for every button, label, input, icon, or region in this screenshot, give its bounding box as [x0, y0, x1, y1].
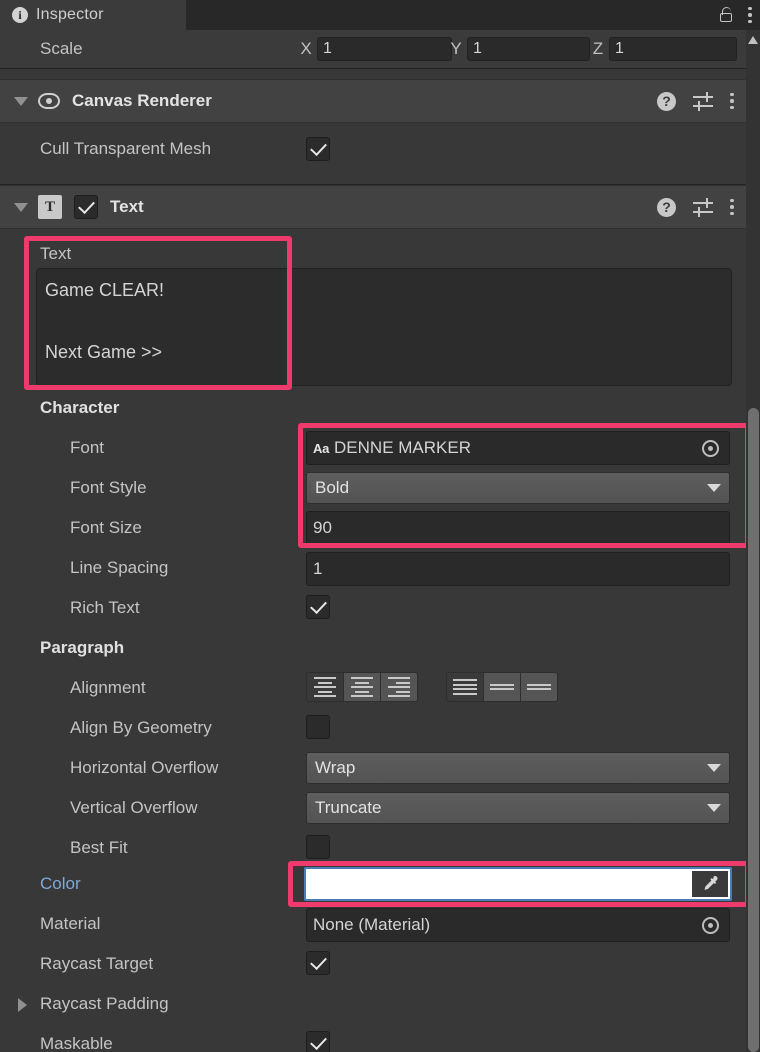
chevron-down-icon	[707, 484, 721, 492]
rich-text-label: Rich Text	[70, 598, 140, 617]
text-property-label: Text	[40, 244, 72, 263]
cull-transparent-mesh-label: Cull Transparent Mesh	[40, 139, 212, 158]
font-style-dropdown[interactable]: Bold	[306, 472, 730, 504]
scale-y-input[interactable]: 1	[467, 37, 590, 61]
line-spacing-value: 1	[313, 559, 323, 578]
kebab-menu-icon[interactable]	[730, 198, 734, 216]
color-swatch-field[interactable]	[304, 867, 732, 901]
text-component-foldout-icon[interactable]	[14, 202, 28, 212]
alignment-horizontal-group	[306, 672, 418, 702]
font-size-value: 90	[313, 518, 332, 537]
font-size-label: Font Size	[70, 518, 142, 537]
scale-z-axis-label: Z	[592, 39, 604, 58]
line-spacing-input[interactable]: 1	[306, 552, 730, 586]
font-label: Font	[70, 438, 105, 457]
character-section-title: Character	[40, 398, 120, 417]
raycast-target-label: Raycast Target	[40, 954, 154, 973]
vertical-overflow-label: Vertical Overflow	[70, 798, 198, 817]
horizontal-overflow-dropdown[interactable]: Wrap	[306, 752, 730, 784]
align-by-geometry-label: Align By Geometry	[70, 718, 212, 737]
horizontal-overflow-value: Wrap	[315, 758, 356, 777]
material-label: Material	[40, 914, 101, 933]
rich-text-checkbox[interactable]	[306, 595, 330, 619]
eyedropper-icon[interactable]	[692, 871, 728, 897]
preset-settings-icon[interactable]	[693, 92, 713, 111]
raycast-padding-foldout-icon[interactable]	[18, 998, 27, 1012]
divider	[0, 68, 746, 69]
canvas-renderer-foldout-icon[interactable]	[14, 96, 28, 106]
align-middle-button[interactable]	[483, 672, 521, 702]
vertical-scrollbar[interactable]	[746, 30, 760, 1052]
font-asset-icon: Aa	[313, 440, 330, 456]
alignment-vertical-group	[446, 672, 558, 702]
scale-x-axis-label: X	[300, 39, 312, 58]
font-size-input[interactable]: 90	[306, 511, 730, 545]
chevron-down-icon	[707, 804, 721, 812]
maskable-checkbox[interactable]	[306, 1031, 330, 1052]
inspector-window: i Inspector Scale X 1 Y 1 Z 1 Canvas Ren…	[0, 0, 760, 1052]
transform-scale-row: Scale X 1 Y 1 Z 1	[0, 30, 746, 68]
scale-z-input[interactable]: 1	[609, 37, 737, 61]
font-value: DENNE MARKER	[334, 438, 471, 457]
scale-z-group: Z 1	[592, 37, 737, 61]
align-top-button[interactable]	[446, 672, 484, 702]
raycast-target-checkbox[interactable]	[306, 951, 330, 975]
align-center-button[interactable]	[343, 672, 381, 702]
best-fit-checkbox[interactable]	[306, 835, 330, 859]
text-component-enabled-checkbox[interactable]	[74, 195, 98, 219]
material-object-field[interactable]: None (Material)	[306, 908, 730, 942]
tab-inspector-label: Inspector	[36, 6, 104, 23]
cull-transparent-mesh-row: Cull Transparent Mesh	[0, 133, 746, 165]
text-property-textarea[interactable]: Game CLEAR! Next Game >>	[36, 268, 732, 386]
font-style-label: Font Style	[70, 478, 147, 497]
maskable-label: Maskable	[40, 1034, 113, 1052]
font-object-field[interactable]: Aa DENNE MARKER	[306, 431, 730, 465]
tab-inspector[interactable]: i Inspector	[0, 0, 186, 30]
canvas-renderer-title: Canvas Renderer	[72, 91, 212, 110]
align-left-button[interactable]	[306, 672, 344, 702]
font-style-value: Bold	[315, 478, 350, 497]
alignment-label: Alignment	[70, 678, 146, 697]
vertical-overflow-value: Truncate	[315, 798, 382, 817]
vertical-overflow-dropdown[interactable]: Truncate	[306, 792, 730, 824]
text-component-icon: T	[38, 195, 62, 219]
line-spacing-label: Line Spacing	[70, 558, 169, 577]
align-by-geometry-checkbox[interactable]	[306, 715, 330, 739]
eye-icon	[38, 93, 60, 109]
material-value: None (Material)	[313, 915, 431, 934]
cull-transparent-mesh-checkbox[interactable]	[306, 137, 330, 161]
kebab-menu-icon[interactable]	[748, 6, 752, 24]
object-picker-icon[interactable]	[693, 434, 727, 462]
kebab-menu-icon[interactable]	[730, 92, 734, 110]
raycast-padding-label: Raycast Padding	[40, 994, 169, 1013]
scale-label: Scale	[40, 39, 83, 58]
text-component-title: Text	[110, 197, 144, 216]
scale-y-axis-label: Y	[450, 39, 462, 58]
help-icon[interactable]: ?	[657, 197, 676, 217]
help-icon[interactable]: ?	[657, 91, 676, 111]
paragraph-section-title: Paragraph	[40, 638, 125, 657]
canvas-renderer-header[interactable]: Canvas Renderer ?	[0, 79, 746, 123]
scroll-up-arrow-icon[interactable]	[748, 36, 758, 44]
object-picker-icon[interactable]	[693, 911, 727, 939]
align-right-button[interactable]	[380, 672, 418, 702]
align-bottom-button[interactable]	[520, 672, 558, 702]
lock-open-icon[interactable]	[718, 7, 734, 23]
scale-x-group: X 1	[300, 37, 452, 61]
scrollbar-thumb[interactable]	[748, 408, 759, 1052]
info-icon: i	[12, 7, 28, 23]
horizontal-overflow-label: Horizontal Overflow	[70, 758, 219, 777]
preset-settings-icon[interactable]	[693, 198, 713, 217]
text-component-header[interactable]: T Text ?	[0, 185, 746, 229]
titlebar: i Inspector	[0, 0, 760, 30]
scale-y-group: Y 1	[450, 37, 590, 61]
scale-x-input[interactable]: 1	[317, 37, 452, 61]
chevron-down-icon	[707, 764, 721, 772]
color-label: Color	[40, 874, 81, 893]
best-fit-label: Best Fit	[70, 838, 128, 857]
